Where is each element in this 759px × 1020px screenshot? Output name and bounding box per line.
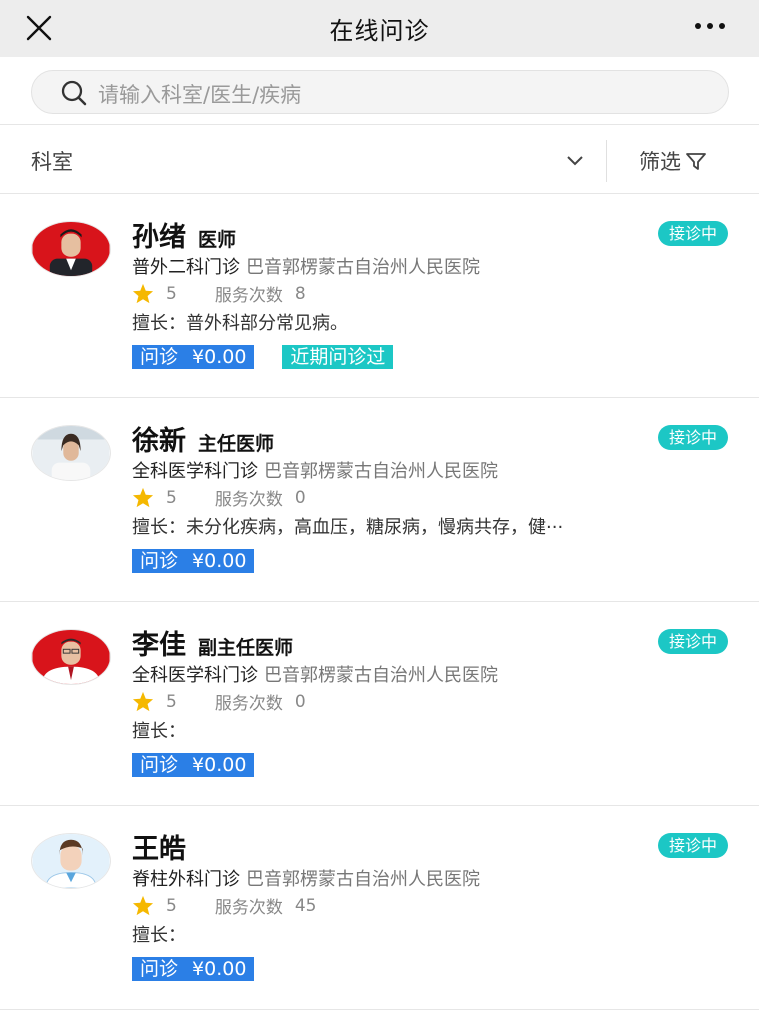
consult-label: 问诊: [140, 550, 179, 572]
chevron-down-icon[interactable]: [566, 152, 584, 166]
doctor-card[interactable]: 李佳 副主任医师 接诊中 全科医学科门诊 巴音郭楞蒙古自治州人民医院 5 服务次数 …: [0, 603, 759, 806]
department-line: 普外二科门诊 巴音郭楞蒙古自治州人民医院: [132, 253, 480, 279]
doctor-name: 王皓: [132, 834, 186, 865]
avatar: [31, 221, 111, 277]
avatar: [31, 629, 111, 685]
consult-label: 问诊: [140, 754, 179, 776]
doctor-stats: 5 服务次数 8: [132, 281, 306, 306]
doctor-name: 徐新: [132, 426, 186, 457]
search-input[interactable]: 请输入科室/医生/疾病: [31, 70, 729, 114]
expertise-text: 擅长：: [132, 721, 186, 742]
divider: [606, 140, 607, 182]
doctor-name-row: 王皓: [132, 827, 186, 866]
tag-row: 问诊 ¥0.00 近期问诊过: [132, 345, 394, 369]
department-line: 全科医学科门诊 巴音郭楞蒙古自治州人民医院: [132, 457, 498, 483]
doctor-stats: 5 服务次数 45: [132, 893, 316, 918]
department-name: 全科医学科门诊: [132, 665, 258, 686]
search-icon: [61, 80, 87, 106]
doctor-card[interactable]: 孙绪 医师 接诊中 普外二科门诊 巴音郭楞蒙古自治州人民医院 5 服务次数 8 擅长…: [0, 195, 759, 398]
consult-price: ¥0.00: [192, 550, 247, 572]
department-line: 脊柱外科门诊 巴音郭楞蒙古自治州人民医院: [132, 865, 480, 891]
recent-consult-tag: 近期问诊过: [282, 345, 394, 369]
status-badge: 接诊中: [657, 833, 728, 858]
doctor-name-row: 徐新 主任医师: [132, 419, 274, 458]
department-name: 普外二科门诊: [132, 257, 240, 278]
hospital-name: 巴音郭楞蒙古自治州人民医院: [246, 257, 480, 278]
consult-price: ¥0.00: [192, 346, 247, 368]
expertise-text: 擅长：: [132, 925, 186, 946]
star-icon: [132, 895, 154, 916]
filter-bar: 科室 筛选: [0, 126, 759, 194]
service-count-label: 服务次数: [214, 694, 283, 714]
doctor-name: 孙绪: [132, 222, 186, 253]
star-icon: [132, 283, 154, 304]
department-name: 脊柱外科门诊: [132, 869, 240, 890]
more-dots-icon[interactable]: [695, 23, 725, 29]
search-placeholder: 请输入科室/医生/疾病: [98, 83, 302, 107]
doctor-card[interactable]: 徐新 主任医师 接诊中 全科医学科门诊 巴音郭楞蒙古自治州人民医院 5 服务次数 0…: [0, 399, 759, 602]
service-count-label: 服务次数: [214, 490, 283, 510]
doctor-stats: 5 服务次数 0: [132, 485, 306, 510]
rating-value: 5: [166, 691, 177, 712]
service-count: 0: [294, 691, 306, 712]
doctor-name-row: 孙绪 医师: [132, 215, 236, 254]
service-count: 8: [294, 283, 306, 304]
consult-price-tag[interactable]: 问诊 ¥0.00: [132, 753, 255, 777]
tag-row: 问诊 ¥0.00: [132, 753, 255, 777]
rating-value: 5: [166, 487, 177, 508]
consult-price: ¥0.00: [192, 958, 247, 980]
tag-row: 问诊 ¥0.00: [132, 549, 255, 573]
doctor-title: 副主任医师: [198, 637, 294, 659]
doctor-stats: 5 服务次数 0: [132, 689, 306, 714]
doctor-name-row: 李佳 副主任医师: [132, 623, 293, 662]
status-badge: 接诊中: [657, 221, 728, 246]
service-count-label: 服务次数: [214, 286, 283, 306]
star-icon: [132, 487, 154, 508]
hospital-name: 巴音郭楞蒙古自治州人民医院: [264, 461, 498, 482]
doctor-card[interactable]: 王皓 接诊中 脊柱外科门诊 巴音郭楞蒙古自治州人民医院 5 服务次数 45 擅长：…: [0, 807, 759, 1010]
status-badge: 接诊中: [657, 425, 728, 450]
hospital-name: 巴音郭楞蒙古自治州人民医院: [246, 869, 480, 890]
service-count-label: 服务次数: [214, 898, 283, 918]
doctor-name: 李佳: [132, 630, 186, 661]
consult-price-tag[interactable]: 问诊 ¥0.00: [132, 549, 255, 573]
department-dropdown[interactable]: 科室: [31, 146, 73, 176]
department-name: 全科医学科门诊: [132, 461, 258, 482]
service-count: 45: [294, 895, 317, 916]
avatar: [31, 833, 111, 889]
consult-price-tag[interactable]: 问诊 ¥0.00: [132, 957, 255, 981]
department-line: 全科医学科门诊 巴音郭楞蒙古自治州人民医院: [132, 661, 498, 687]
hospital-name: 巴音郭楞蒙古自治州人民医院: [264, 665, 498, 686]
rating-value: 5: [166, 895, 177, 916]
filter-button[interactable]: 筛选: [639, 146, 707, 176]
doctor-title: 主任医师: [198, 433, 275, 455]
avatar: [31, 425, 111, 481]
status-badge: 接诊中: [657, 629, 728, 654]
consult-price: ¥0.00: [192, 754, 247, 776]
consult-price-tag[interactable]: 问诊 ¥0.00: [132, 345, 255, 369]
rating-value: 5: [166, 283, 177, 304]
filter-label: 筛选: [639, 150, 681, 174]
consult-label: 问诊: [140, 958, 179, 980]
doctor-title: 医师: [198, 229, 237, 251]
page-title: 在线问诊: [329, 17, 430, 45]
expertise-text: 擅长：未分化疾病，高血压，糖尿病，慢病共存，健···: [132, 517, 564, 538]
filter-funnel-icon: [686, 153, 706, 170]
star-icon: [132, 691, 154, 712]
tag-row: 问诊 ¥0.00: [132, 957, 255, 981]
expertise-text: 擅长：普外科部分常见病。: [132, 313, 348, 334]
top-bar: 在线问诊: [0, 0, 759, 57]
service-count: 0: [294, 487, 306, 508]
consult-label: 问诊: [140, 346, 179, 368]
search-section: 请输入科室/医生/疾病: [0, 57, 759, 125]
